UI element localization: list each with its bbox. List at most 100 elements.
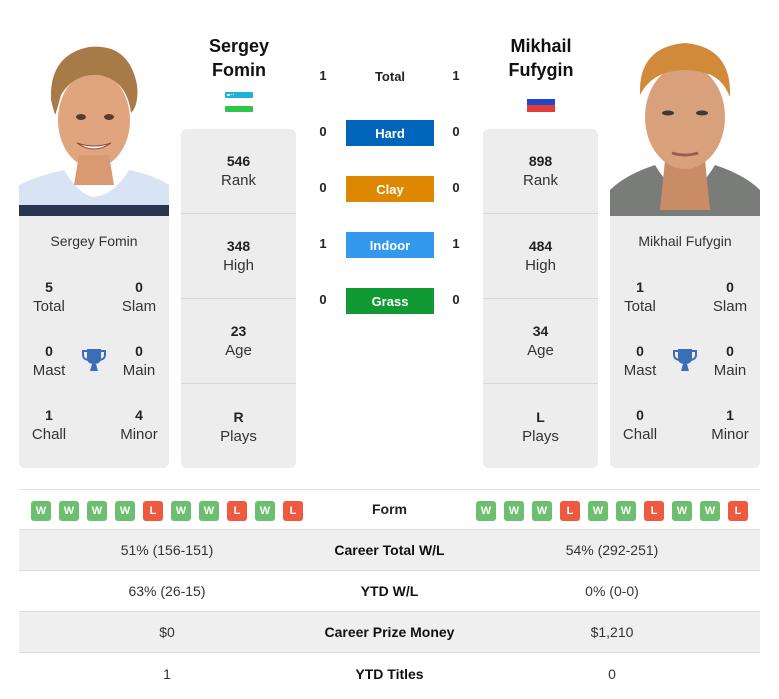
cmp-right-value: 0% (0-0) — [585, 583, 639, 599]
stat-value: 34 — [532, 323, 549, 339]
h2h-indoor-left: 1 — [319, 236, 327, 251]
form-badge[interactable]: L — [227, 501, 247, 521]
titles-mast: 0 Mast — [19, 341, 79, 381]
cmp-left-value: 63% (26-15) — [128, 583, 206, 599]
trophy-icon — [672, 347, 698, 373]
titles-value: 1 — [636, 279, 644, 295]
stat-plays: L Plays — [483, 384, 598, 469]
first-name: Mikhail — [510, 36, 572, 56]
player-name-right[interactable]: Mikhail Fufygin — [471, 34, 611, 82]
stat-label: High — [223, 257, 254, 274]
player-photo-right — [610, 25, 760, 216]
player-stats-left: 546 Rank 348 High 23 Age R Plays — [181, 129, 296, 468]
table-row-ytd-wl: 63% (26-15) YTD W/L 0% (0-0) — [19, 571, 760, 612]
form-badge[interactable]: L — [644, 501, 664, 521]
titles-value: 0 — [726, 343, 734, 359]
titles-value: 0 — [45, 343, 53, 359]
surface-hard-button[interactable]: Hard — [346, 120, 434, 146]
titles-minor: 4 Minor — [109, 405, 169, 445]
form-badge[interactable]: W — [476, 501, 496, 521]
cmp-label: Career Prize Money — [324, 624, 455, 640]
form-badge[interactable]: W — [672, 501, 692, 521]
titles-value: 4 — [135, 407, 143, 423]
russia-flag-icon — [527, 97, 555, 112]
form-badges-left: W W W W L W W L W L — [31, 501, 303, 521]
form-badge[interactable]: W — [588, 501, 608, 521]
h2h-total-label: Total — [374, 69, 406, 84]
form-badge[interactable]: L — [283, 501, 303, 521]
stat-label: Plays — [522, 427, 559, 445]
form-badge[interactable]: W — [255, 501, 275, 521]
titles-chall: 0 Chall — [610, 405, 670, 445]
form-badge[interactable]: W — [616, 501, 636, 521]
stat-rank: 546 Rank — [181, 129, 296, 214]
player-full-name[interactable]: Sergey Fomin — [19, 233, 169, 249]
form-label: Form — [372, 501, 407, 517]
form-badge[interactable]: W — [115, 501, 135, 521]
titles-mast: 0 Mast — [610, 341, 670, 381]
form-badge[interactable]: L — [143, 501, 163, 521]
titles-value: 0 — [636, 407, 644, 423]
last-name: Fomin — [212, 60, 266, 80]
titles-slam: 0 Slam — [109, 277, 169, 317]
stat-value: R — [233, 408, 244, 425]
titles-main: 0 Main — [700, 341, 760, 381]
titles-value: 0 — [726, 279, 734, 295]
form-badge[interactable]: W — [87, 501, 107, 521]
titles-label: Slam — [121, 298, 157, 315]
form-badge[interactable]: W — [504, 501, 524, 521]
stat-value: 23 — [230, 323, 247, 339]
titles-value: 1 — [726, 407, 734, 423]
titles-minor: 1 Minor — [700, 405, 760, 445]
table-row-prize-money: $0 Career Prize Money $1,210 — [19, 612, 760, 653]
stat-label: Rank — [522, 172, 559, 189]
surface-label: Hard — [375, 125, 405, 141]
titles-label: Minor — [120, 426, 158, 443]
stat-rank: 898 Rank — [483, 129, 598, 214]
form-badge[interactable]: W — [532, 501, 552, 521]
stat-label: Age — [527, 342, 554, 359]
last-name: Fufygin — [508, 60, 574, 80]
first-name: Sergey — [208, 36, 270, 56]
form-badge[interactable]: L — [728, 501, 748, 521]
surface-indoor-button[interactable]: Indoor — [346, 232, 434, 258]
titles-value: 0 — [135, 279, 143, 295]
player-full-name[interactable]: Mikhail Fufygin — [610, 233, 760, 249]
h2h-grass-left: 0 — [319, 292, 327, 307]
form-badge[interactable]: W — [199, 501, 219, 521]
cmp-right-value: 54% (292-251) — [565, 542, 659, 558]
surface-grass-button[interactable]: Grass — [346, 288, 434, 314]
form-badges-right: W W W L W W L W W L — [476, 501, 748, 521]
cmp-label: YTD Titles — [355, 665, 424, 682]
titles-label: Chall — [31, 426, 67, 443]
titles-label: Slam — [712, 298, 748, 315]
form-badge[interactable]: W — [59, 501, 79, 521]
stat-age: 23 Age — [181, 299, 296, 384]
form-badge[interactable]: L — [560, 501, 580, 521]
titles-value: 0 — [135, 343, 143, 359]
player-name-left[interactable]: Sergey Fomin — [169, 34, 309, 82]
titles-label: Total — [33, 298, 65, 315]
titles-value: 1 — [45, 407, 53, 423]
titles-total: 5 Total — [19, 277, 79, 317]
titles-label: Total — [624, 298, 656, 315]
titles-card-right: Mikhail Fufygin 1 Total 0 Slam 0 Mast 0 … — [610, 216, 760, 468]
cmp-left-value: $0 — [159, 624, 175, 640]
cmp-left-value: 51% (156-151) — [120, 542, 214, 558]
form-badge[interactable]: W — [700, 501, 720, 521]
trophy-icon — [81, 347, 107, 373]
titles-label: Mast — [32, 362, 66, 379]
titles-main: 0 Main — [109, 341, 169, 381]
form-badge[interactable]: W — [31, 501, 51, 521]
surface-label: Grass — [371, 293, 409, 309]
cmp-right-value: 0 — [608, 665, 616, 682]
stat-label: Plays — [220, 427, 257, 445]
cmp-label: YTD W/L — [360, 583, 419, 599]
stat-high: 484 High — [483, 214, 598, 299]
form-badge[interactable]: W — [171, 501, 191, 521]
titles-total: 1 Total — [610, 277, 670, 317]
titles-label: Minor — [711, 426, 749, 443]
surface-clay-button[interactable]: Clay — [346, 176, 434, 202]
titles-label: Chall — [622, 426, 658, 443]
titles-label: Main — [713, 362, 747, 379]
